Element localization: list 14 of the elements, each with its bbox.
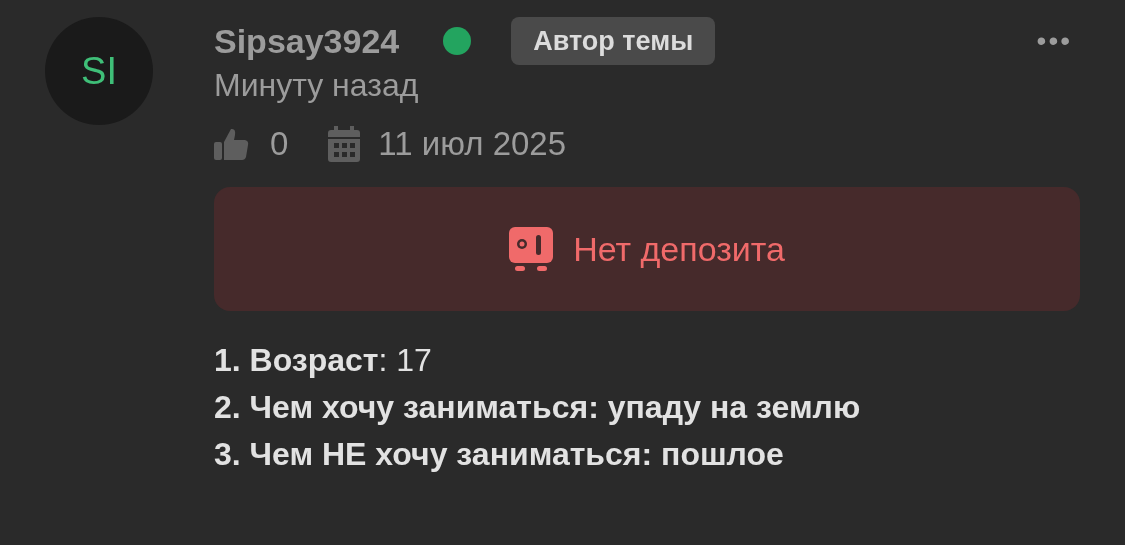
post-text-line: 2. Чем хочу заниматься: упаду на землю — [214, 388, 862, 427]
username[interactable]: Sipsay3924 — [214, 15, 400, 67]
calendar-icon — [328, 126, 361, 162]
more-options-button[interactable]: ••• — [1036, 20, 1080, 62]
thumbs-up-icon[interactable] — [214, 126, 250, 162]
deposit-status: Нет депозита — [573, 228, 785, 270]
post-time: Минуту назад — [214, 66, 419, 105]
post-text-line: 1. Возраст: 17 — [214, 341, 433, 380]
post-date: 11 июл 2025 — [378, 124, 567, 165]
safe-icon — [509, 227, 554, 271]
avatar: SI — [45, 17, 153, 125]
post-text-line: 3. Чем НЕ хочу заниматься: пошлое — [214, 435, 785, 474]
author-badge: Автор темы — [511, 16, 716, 66]
like-count: 0 — [270, 124, 289, 165]
